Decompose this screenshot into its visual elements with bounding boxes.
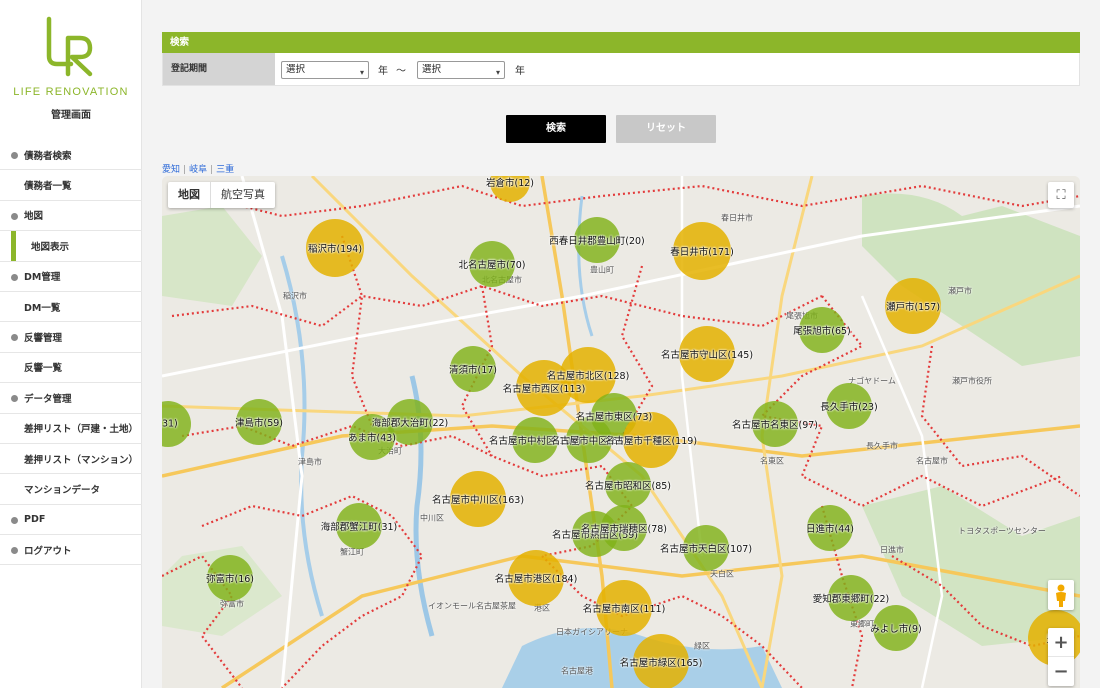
map-cluster-label: 西春日井郡豊山町(20): [549, 236, 645, 247]
period-to-value: 選択: [422, 64, 442, 75]
life-renovation-logo-icon: [46, 16, 93, 77]
sidebar-item-10[interactable]: 差押リスト（マンション）: [0, 444, 142, 475]
map-place-label: 津島市: [298, 457, 322, 467]
map-cluster-label: 長久手市(23): [820, 402, 878, 413]
sidebar-item-5[interactable]: DM一覧: [0, 292, 142, 323]
prefecture-links: 愛知 | 岐阜 | 三重: [162, 162, 234, 175]
sidebar-item-1[interactable]: 債務者一覧: [0, 170, 142, 201]
map-cluster-label: 名古屋市北区(128): [546, 371, 630, 382]
map-cluster-label: 名古屋市天白区(107): [659, 544, 753, 555]
map-cluster-label: 名古屋市港区(184): [494, 574, 578, 585]
map-cluster-label: 名古屋市守山区(145): [660, 350, 754, 361]
map-cluster-label: 名古屋市西区(113): [502, 384, 586, 395]
map-place-label: 豊山町: [590, 265, 614, 275]
sidebar-item-2[interactable]: 地図: [0, 201, 142, 232]
map-cluster-label: 稲沢市(194): [307, 244, 363, 255]
pref-link-mie[interactable]: 三重: [216, 165, 234, 175]
map-cluster-label: 尾張旭市(65): [793, 326, 851, 337]
sidebar-item-13[interactable]: ログアウト: [0, 535, 142, 566]
map-cluster-label: 津島市(59): [234, 418, 284, 429]
map-cluster-label: 海部郡大治町(22): [371, 418, 449, 429]
sidebar-item-8[interactable]: データ管理: [0, 383, 142, 414]
map-cluster-label: 名古屋市中川区(163): [431, 495, 525, 506]
period-to-select[interactable]: 選択 ▾: [417, 61, 505, 79]
map-cluster-label: 名古屋市東区(73): [575, 412, 653, 423]
map-cluster-label: 海部郡蟹江町(31): [320, 522, 398, 533]
map-type-satellite-button[interactable]: 航空写真: [211, 182, 275, 208]
map-cluster-label: 弥富市(16): [205, 574, 255, 585]
sidebar-item-6[interactable]: 反響管理: [0, 322, 142, 353]
sidebar-item-9[interactable]: 差押リスト（戸建・土地）: [0, 414, 142, 444]
map-place-label: 緑区: [694, 641, 710, 651]
map-cluster-label: 名古屋市南区(111): [582, 604, 666, 615]
chevron-down-icon: ▾: [495, 68, 500, 77]
chevron-down-icon: ▾: [359, 68, 364, 77]
map-cluster-label: 北名古屋市(70): [458, 260, 526, 271]
map-cluster-label: みよし市(9): [870, 624, 922, 635]
map-place-label: 日進市: [880, 545, 904, 555]
map-place-label: 瀬戸市: [948, 286, 972, 296]
zoom-out-button[interactable]: −: [1048, 657, 1074, 686]
map-place-label: イオンモール名古屋茶屋: [428, 601, 516, 611]
map-cluster-label: 名古屋市緑区(165): [619, 658, 703, 669]
street-view-icon: [1056, 584, 1066, 607]
search-panel-header: 検索: [162, 32, 1080, 53]
separator: |: [210, 165, 214, 175]
year-unit-label: 年: [378, 66, 388, 77]
map-place-label: 名古屋市: [916, 456, 948, 466]
map-cluster-label: あま市(43): [347, 433, 397, 444]
pref-link-gifu[interactable]: 岐阜: [189, 165, 207, 175]
map-cluster-label: 春日井市(171): [670, 247, 734, 258]
sidebar-item-7[interactable]: 反響一覧: [0, 353, 142, 384]
sidebar-item-3[interactable]: 地図表示: [0, 231, 142, 262]
map-place-label: 瀬戸市役所: [952, 376, 992, 386]
sidebar-item-0[interactable]: 債務者検索: [0, 140, 142, 171]
map-cluster-label: 愛知郡東郷町(22): [812, 594, 890, 605]
brand-name: LIFE RENOVATION: [13, 86, 129, 98]
map-type-map-button[interactable]: 地図: [168, 182, 211, 208]
map-cluster-label: 名古屋市千種区(119): [604, 436, 698, 447]
map-place-label: 稲沢市: [283, 291, 307, 301]
map-place-label: 春日井市: [721, 213, 753, 223]
pref-link-aichi[interactable]: 愛知: [162, 165, 180, 175]
map-place-label: 名東区: [760, 456, 784, 466]
range-tilde: 〜: [396, 66, 406, 77]
period-from-select[interactable]: 選択 ▾: [281, 61, 369, 79]
zoom-control: + −: [1048, 628, 1074, 686]
map-type-toggle: 地図 航空写真: [168, 182, 275, 208]
map-cluster-label: 瀬戸市(157): [885, 302, 941, 313]
brand-subtitle: 管理画面: [51, 110, 91, 121]
map-place-label: トヨタスポーツセンター: [958, 526, 1046, 536]
separator: |: [183, 165, 187, 175]
reset-button[interactable]: リセット: [616, 115, 716, 143]
sidebar-item-11[interactable]: マンションデータ: [0, 474, 142, 505]
pegman-icon[interactable]: [1048, 580, 1074, 610]
fullscreen-icon[interactable]: ⛶: [1048, 182, 1074, 208]
map-view[interactable]: 地図 航空写真 ⛶ + − 稲沢市(194) 北名古屋市(70) 西春日井郡豊山町(…: [162, 176, 1080, 688]
map-place-label: 中川区: [420, 513, 444, 523]
brand-logo[interactable]: LIFE RENOVATION 管理画面: [0, 0, 142, 135]
sidebar: LIFE RENOVATION 管理画面 債務者検索 債務者一覧 地図 地図表示 DM管…: [0, 0, 142, 688]
period-from-value: 選択: [286, 64, 306, 75]
map-cluster-label: 名古屋市名東区(97): [731, 420, 819, 431]
map-place-label: 天白区: [710, 569, 734, 579]
map-cluster-label: 日進市(44): [805, 524, 855, 535]
map-cluster-label: 清須市(17): [448, 365, 498, 376]
map-cluster-label: 名古屋市瑞穂区(78): [580, 524, 668, 535]
sidebar-item-12[interactable]: PDF: [0, 505, 142, 536]
search-button[interactable]: 検索: [506, 115, 606, 143]
map-cluster-label: 名古屋市昭和区(85): [584, 481, 672, 492]
map-cluster-label: 岩倉市(12): [485, 178, 535, 189]
map-cluster-label: (31): [162, 418, 178, 430]
map-place-label: 長久手市: [866, 441, 898, 451]
search-panel-row: 登記期間 選択 ▾ 年 〜 選択 ▾ 年: [162, 53, 1080, 86]
sidebar-item-4[interactable]: DM管理: [0, 262, 142, 292]
year-unit-label-2: 年: [515, 66, 525, 77]
registration-period-label: 登記期間: [163, 53, 275, 85]
zoom-in-button[interactable]: +: [1048, 628, 1074, 657]
sidebar-menu: 債務者検索 債務者一覧 地図 地図表示 DM管理 DM一覧 反響管理 反響一覧 データ管理 差押リ…: [0, 140, 142, 566]
map-place-label: 名古屋港: [561, 666, 593, 676]
